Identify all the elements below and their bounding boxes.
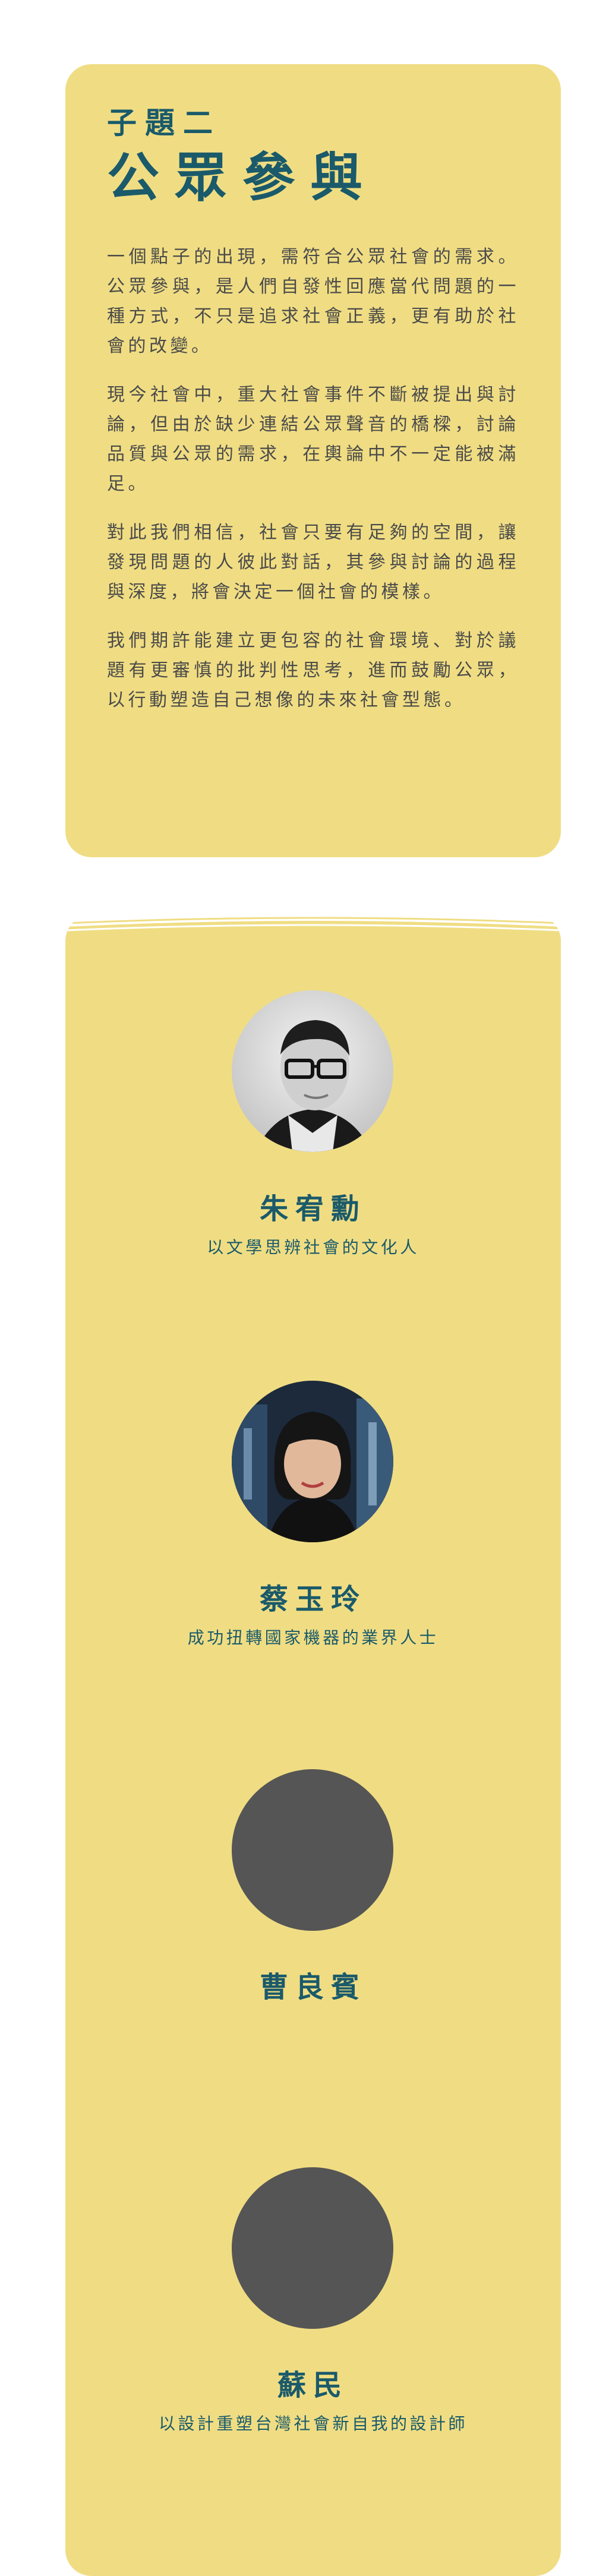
speaker-photo: [232, 1381, 393, 1542]
speaker-role: 以設計重塑台灣社會新自我的設計師: [158, 2414, 468, 2433]
speaker-panel: 朱宥勳 以文學思辨社會的文化人 蔡玉玲 成功扭轉國家機器的業界人士 曹良賓 蘇民…: [65, 915, 561, 2576]
topic-title: 公眾參與: [107, 147, 378, 208]
topic-subtitle: 子題二: [107, 106, 221, 140]
speaker-name: 蔡玉玲: [259, 1583, 367, 1616]
topic-paragraph: 一個點子的出現，需符合公眾社會的需求。公眾參與，是人們自發性回應當代問題的一種方…: [107, 247, 519, 356]
topic-paragraph: 對此我們相信，社會只要有足夠的空間，讓發現問題的人彼此對話，其參與討論的過程與深…: [107, 522, 519, 602]
topic-paragraph: 我們期許能建立更包容的社會環境、對於議題有更審慎的批判性思考，進而鼓勵公眾，以行…: [107, 630, 519, 711]
speaker-role: 以文學思辨社會的文化人: [207, 1238, 419, 1257]
speaker-name: 蘇民: [277, 2369, 349, 2402]
panel-top-curves: [65, 915, 561, 939]
speaker-photo: [232, 990, 393, 1152]
topic-card: 子題二 公眾參與 一個點子的出現，需符合公眾社會的需求。公眾參與，是人們自發性回…: [65, 64, 561, 857]
speaker-name: 朱宥勳: [259, 1192, 367, 1226]
speaker-role: 成功扭轉國家機器的業界人士: [187, 1628, 439, 1647]
topic-paragraph: 現今社會中，重大社會事件不斷被提出與討論，但由於缺少連結公眾聲音的橋樑，討論品質…: [107, 384, 519, 494]
portrait-man-glasses-icon: [232, 990, 393, 1152]
speaker-photo-placeholder: [232, 1769, 393, 1931]
speaker-photo-placeholder: [232, 2167, 393, 2329]
portrait-woman-icon: [232, 1381, 393, 1542]
speaker-name: 曹良賓: [259, 1971, 367, 2004]
